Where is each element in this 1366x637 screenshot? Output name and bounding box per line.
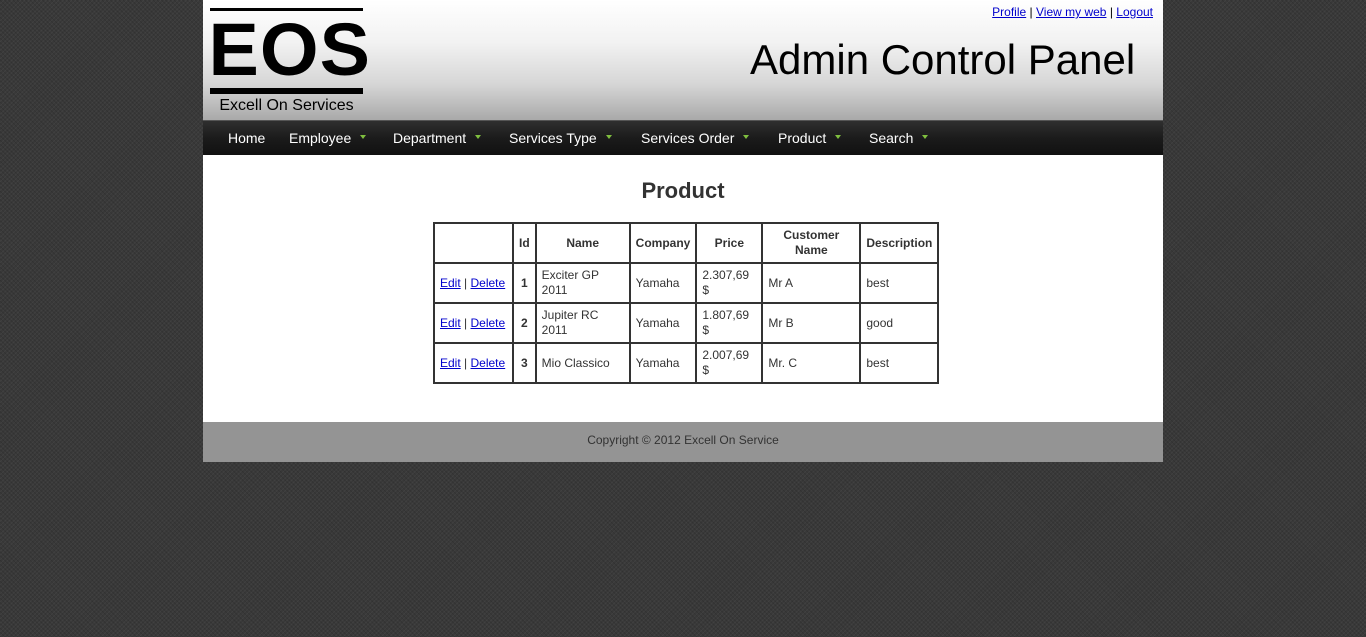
cell-id: 3 xyxy=(512,342,537,384)
chevron-down-icon xyxy=(360,135,367,139)
cell-description: best xyxy=(859,342,940,384)
table-row: Edit | Delete 2 Jupiter RC 2011 Yamaha 1… xyxy=(433,302,940,344)
logo: EOS Excell On Services xyxy=(208,8,371,116)
action-separator: | xyxy=(464,315,468,330)
column-header-customer-name: Customer Name xyxy=(761,222,862,264)
logout-link[interactable]: Logout xyxy=(1116,5,1153,19)
nav-item-department[interactable]: Department xyxy=(393,121,482,155)
nav-item-label: Product xyxy=(778,130,827,146)
logo-bottom-bar xyxy=(210,88,363,94)
column-header-actions xyxy=(433,222,514,264)
section-heading: Product xyxy=(641,178,725,203)
cell-description: good xyxy=(859,302,940,344)
copyright-text: Copyright © 2012 Excell On Service xyxy=(587,433,779,447)
cell-description: best xyxy=(859,262,940,304)
column-header-price: Price xyxy=(695,222,764,264)
nav-item-label: Home xyxy=(228,130,266,146)
edit-link[interactable]: Edit xyxy=(440,356,461,370)
nav-item-employee[interactable]: Employee xyxy=(289,121,367,155)
cell-price: 2.307,69 $ xyxy=(695,262,764,304)
cell-price: 1.807,69 $ xyxy=(695,302,764,344)
nav-item-label: Search xyxy=(869,130,914,146)
cell-customer-name: Mr A xyxy=(761,262,862,304)
nav-item-label: Department xyxy=(393,130,467,146)
chevron-down-icon xyxy=(475,135,482,139)
cell-name: Jupiter RC 2011 xyxy=(534,302,631,344)
edit-link[interactable]: Edit xyxy=(440,316,461,330)
cell-company: Yamaha xyxy=(628,342,698,384)
column-header-company: Company xyxy=(628,222,698,264)
cell-name: Exciter GP 2011 xyxy=(534,262,631,304)
top-links: Profile | View my web | Logout xyxy=(992,5,1153,19)
logo-text: EOS xyxy=(208,8,371,91)
cell-id: 1 xyxy=(512,262,537,304)
table-row: Edit | Delete 1 Exciter GP 2011 Yamaha 2… xyxy=(433,262,940,304)
link-separator: | xyxy=(1029,5,1033,19)
nav-item-label: Services Order xyxy=(641,130,735,146)
column-header-id: Id xyxy=(512,222,537,264)
column-header-name: Name xyxy=(534,222,631,264)
page-container: EOS Excell On Services Profile | View my… xyxy=(203,0,1163,462)
product-table: Id Name Company Price Customer Name Desc… xyxy=(433,222,940,384)
nav-item-home[interactable]: Home xyxy=(228,121,265,155)
table-row: Edit | Delete 3 Mio Classico Yamaha 2.00… xyxy=(433,342,940,384)
delete-link[interactable]: Delete xyxy=(471,356,506,370)
delete-link[interactable]: Delete xyxy=(471,276,506,290)
logo-tagline: Excell On Services xyxy=(219,97,354,114)
nav-item-label: Employee xyxy=(289,130,352,146)
cell-company: Yamaha xyxy=(628,302,698,344)
cell-name: Mio Classico xyxy=(534,342,631,384)
chevron-down-icon xyxy=(605,135,612,139)
row-actions: Edit | Delete xyxy=(433,262,514,304)
profile-link[interactable]: Profile xyxy=(992,5,1026,19)
action-separator: | xyxy=(464,275,468,290)
cell-customer-name: Mr. C xyxy=(761,342,862,384)
nav-item-label: Services Type xyxy=(509,130,597,146)
footer: Copyright © 2012 Excell On Service xyxy=(203,422,1163,462)
nav-item-services-type[interactable]: Services Type xyxy=(509,121,612,155)
view-my-web-link[interactable]: View my web xyxy=(1036,5,1106,19)
action-separator: | xyxy=(464,355,468,370)
delete-link[interactable]: Delete xyxy=(471,316,506,330)
link-separator: | xyxy=(1109,5,1113,19)
header: EOS Excell On Services Profile | View my… xyxy=(203,0,1163,120)
page-title: Admin Control Panel xyxy=(750,36,1136,83)
cell-id: 2 xyxy=(512,302,537,344)
chevron-down-icon xyxy=(743,135,750,139)
nav-item-services-order[interactable]: Services Order xyxy=(641,121,750,155)
row-actions: Edit | Delete xyxy=(433,342,514,384)
cell-customer-name: Mr B xyxy=(761,302,862,344)
cell-price: 2.007,69 $ xyxy=(695,342,764,384)
table-header-row: Id Name Company Price Customer Name Desc… xyxy=(433,222,940,264)
cell-company: Yamaha xyxy=(628,262,698,304)
nav-item-search[interactable]: Search xyxy=(869,121,929,155)
nav-item-product[interactable]: Product xyxy=(778,121,842,155)
edit-link[interactable]: Edit xyxy=(440,276,461,290)
main-content: Product Id Name Company Price Customer N… xyxy=(203,155,1163,422)
chevron-down-icon xyxy=(922,135,929,139)
chevron-down-icon xyxy=(835,135,842,139)
row-actions: Edit | Delete xyxy=(433,302,514,344)
main-nav: Home Employee Department Services Type S… xyxy=(203,120,1163,155)
column-header-description: Description xyxy=(859,222,940,264)
